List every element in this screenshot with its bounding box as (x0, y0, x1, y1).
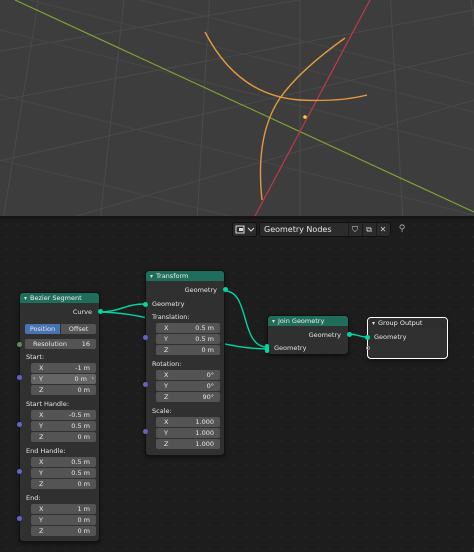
end-handle-socket[interactable] (17, 469, 22, 474)
end-handle-y-field[interactable]: Y 0.5 m (31, 468, 96, 478)
translation-x-field[interactable]: X 0.5 m (156, 323, 220, 333)
node-editor[interactable]: Geometry Nodes ⛉ ⧉ ✕ ⚲ ▾ Bezier Segment C… (0, 219, 474, 552)
resolution-socket[interactable] (17, 342, 22, 347)
end-handle-z-field[interactable]: Z0 m (31, 479, 96, 489)
input-geometry-label: Geometry (274, 344, 307, 352)
geometry-output-socket[interactable] (347, 332, 352, 337)
resolution-field[interactable]: Resolution 16 (25, 339, 96, 349)
input-geometry-label: Geometry (374, 333, 407, 341)
translation-label: Translation: (152, 313, 190, 321)
rotation-y-field[interactable]: Y 0° (156, 381, 220, 391)
start-handle-label: Start Handle: (26, 400, 70, 408)
chevron-down-icon[interactable]: ▾ (272, 317, 275, 327)
transform-node[interactable]: ▾ Transform Geometry Geometry Translation… (143, 270, 228, 456)
end-z-field[interactable]: Z0 m (31, 526, 96, 536)
end-y-field[interactable]: Y0 m (31, 515, 96, 525)
start-handle-x-field[interactable]: X -0.5 m (31, 410, 96, 420)
end-label: End: (26, 494, 41, 502)
input-geometry-label: Geometry (152, 300, 185, 308)
link-curve-to-transform (98, 303, 146, 313)
node-title: Bezier Segment (30, 294, 82, 302)
scale-socket[interactable] (143, 429, 148, 434)
end-socket[interactable] (17, 516, 22, 521)
chevron-right-icon[interactable]: › (92, 374, 94, 384)
node-header[interactable]: ▾ Transform (146, 271, 224, 281)
start-x-field[interactable]: X -1 m (31, 363, 96, 373)
scale-z-field[interactable]: Z 1.000 (156, 439, 220, 449)
end-x-field[interactable]: X1 m (31, 504, 96, 514)
start-handle-z-field[interactable]: Z0 m (31, 432, 96, 442)
curve-output-socket[interactable] (98, 309, 103, 314)
start-handle-socket[interactable] (17, 422, 22, 427)
translation-y-field[interactable]: Y 0.5 m (156, 334, 220, 344)
chevron-down-icon[interactable]: ▾ (150, 272, 153, 282)
world-origin (303, 115, 307, 119)
node-title: Join Geometry (278, 317, 325, 325)
chevron-down-icon[interactable]: ▾ (24, 294, 27, 304)
viewport-canvas (0, 0, 474, 216)
output-curve-label: Curve (72, 308, 92, 316)
link-transform-to-join (224, 290, 268, 348)
start-label: Start: (26, 353, 45, 361)
geometry-output-socket[interactable] (223, 287, 228, 292)
node-title: Group Output (378, 319, 423, 327)
rotation-z-field[interactable]: Z 90° (156, 392, 220, 402)
empty-input-socket[interactable] (366, 346, 370, 350)
rotation-x-field[interactable]: X 0° (156, 370, 220, 380)
chevron-left-icon[interactable]: ‹ (33, 374, 35, 384)
end-handle-label: End Handle: (26, 447, 66, 455)
node-header[interactable]: ▾ Group Output (368, 318, 447, 328)
scale-x-field[interactable]: X 1.000 (156, 417, 220, 427)
mode-position-button[interactable]: Position (25, 324, 60, 334)
start-y-field[interactable]: ‹ Y0 m › (31, 374, 96, 384)
scale-y-field[interactable]: Y 1.000 (156, 428, 220, 438)
rotation-socket[interactable] (143, 382, 148, 387)
group-output-node[interactable]: ▾ Group Output Geometry (365, 317, 448, 359)
node-header[interactable]: ▾ Bezier Segment (20, 293, 99, 303)
3d-viewport[interactable] (0, 0, 474, 216)
translation-z-field[interactable]: Z0 m (156, 345, 220, 355)
translation-socket[interactable] (143, 335, 148, 340)
floor-grid (0, 0, 474, 216)
node-header[interactable]: ▾ Join Geometry (268, 316, 348, 326)
start-handle-y-field[interactable]: Y 0.5 m (31, 421, 96, 431)
output-geometry-label: Geometry (308, 331, 341, 339)
output-geometry-label: Geometry (184, 286, 217, 294)
start-z-field[interactable]: Z0 m (31, 385, 96, 395)
start-socket[interactable] (17, 375, 22, 380)
join-geometry-node[interactable]: ▾ Join Geometry Geometry Geometry (265, 315, 352, 355)
bezier-segment-node[interactable]: ▾ Bezier Segment Curve Position Offset Re… (17, 292, 103, 542)
node-title: Transform (156, 272, 189, 280)
scale-label: Scale: (152, 407, 172, 415)
chevron-down-icon[interactable]: ▾ (372, 319, 375, 329)
end-handle-x-field[interactable]: X 0.5 m (31, 457, 96, 467)
x-axis-line (254, 0, 371, 216)
mode-offset-button[interactable]: Offset (61, 324, 96, 334)
rotation-label: Rotation: (152, 360, 182, 368)
